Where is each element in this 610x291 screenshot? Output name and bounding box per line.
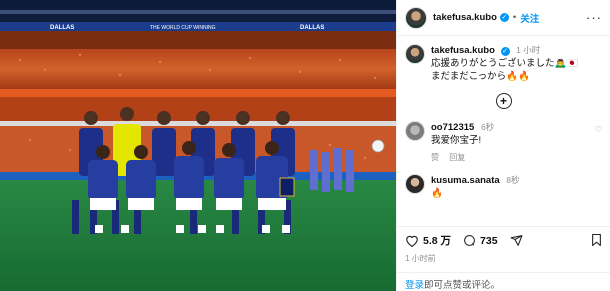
like-icon[interactable] — [405, 234, 419, 247]
comment-avatar[interactable] — [405, 174, 425, 194]
comment-time: 8秒 — [506, 175, 520, 185]
comment-item: kusuma.sanata 8秒 🔥 — [397, 174, 610, 200]
caption-line-2: まだまだこっから🔥🔥 — [431, 71, 530, 82]
post-photo[interactable]: DALLAS THE WORLD CUP WINNING DALLAS — [0, 0, 396, 291]
login-prompt-text: 即可点赞或评论。 — [424, 280, 501, 291]
comment-icon[interactable] — [463, 234, 476, 247]
more-options-icon[interactable]: ··· — [586, 10, 602, 25]
separator-dot: • — [512, 12, 517, 23]
follow-button[interactable]: 关注 — [520, 11, 539, 25]
login-link[interactable]: 登录 — [405, 280, 424, 291]
post-header: takefusa.kubo ✓ • 关注 ··· — [397, 0, 610, 36]
comment-text: 我爱你宝子! — [431, 135, 482, 146]
post-actions-bar: 5.8 万 735 — [397, 226, 610, 254]
comment-heart-icon[interactable]: ♡ — [595, 125, 602, 134]
caption-username[interactable]: takefusa.kubo — [431, 45, 495, 56]
author-username[interactable]: takefusa.kubo — [433, 12, 497, 23]
banner-left-text: DALLAS — [50, 25, 74, 31]
comment-item: oo712315 6秒 我爱你宝子! 赞 回复 ♡ — [397, 121, 610, 164]
post-timestamp: 1 小时前 — [405, 254, 436, 263]
comment-username[interactable]: kusuma.sanata — [431, 175, 500, 186]
caption-verified-icon: ✓ — [500, 47, 510, 56]
load-more-comments: + — [397, 93, 610, 109]
like-count: 5.8 万 — [423, 235, 452, 247]
comment-username[interactable]: oo712315 — [431, 122, 474, 133]
comment-like-link[interactable]: 赞 — [431, 153, 439, 162]
comment-time: 6秒 — [480, 122, 495, 132]
instagram-post: DALLAS THE WORLD CUP WINNING DALLAS take… — [0, 0, 610, 291]
author-avatar[interactable] — [405, 6, 427, 29]
banner-mid-text: THE WORLD CUP WINNING — [150, 25, 216, 31]
caption-avatar[interactable] — [405, 44, 425, 64]
comment-text: 🔥 — [431, 188, 443, 199]
banner-right-text: DALLAS — [300, 25, 324, 31]
comment-count: 735 — [480, 234, 498, 247]
share-icon[interactable] — [510, 234, 523, 247]
comment-reply-link[interactable]: 回复 — [449, 153, 465, 162]
post-sidebar: takefusa.kubo ✓ • 关注 ··· takefusa.kubo ✓… — [396, 0, 610, 291]
plus-circle-icon[interactable]: + — [495, 93, 512, 109]
bookmark-icon[interactable] — [591, 233, 602, 250]
verified-badge-icon: ✓ — [499, 13, 509, 22]
caption-line-1: 応援ありがとうございました🙇‍♂️🇯🇵 — [431, 58, 579, 69]
login-prompt: 登录即可点赞或评论。 — [397, 272, 610, 291]
comment-avatar[interactable] — [405, 121, 425, 141]
post-caption: takefusa.kubo ✓ 1 小时 応援ありがとうございました🙇‍♂️🇯🇵… — [397, 36, 610, 83]
caption-time: 1 小时 — [516, 45, 541, 55]
team-photo-illustration: DALLAS THE WORLD CUP WINNING DALLAS — [0, 0, 396, 291]
